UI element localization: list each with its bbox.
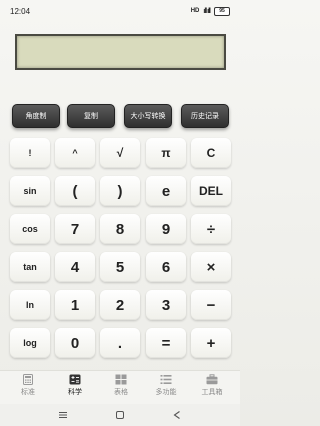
digit-4-key[interactable]: 4 <box>55 252 95 282</box>
cos-key[interactable]: cos <box>10 214 50 244</box>
digit-5-key[interactable]: 5 <box>100 252 140 282</box>
digit-2-key[interactable]: 2 <box>100 290 140 320</box>
battery-level: 95 <box>219 7 225 14</box>
status-bar: 12:04 HD ıll ıll 95 <box>0 0 240 22</box>
back-icon[interactable] <box>172 410 182 420</box>
tab-multifunction[interactable]: 多功能 <box>146 374 186 397</box>
calculator-icon <box>23 374 33 385</box>
decimal-key[interactable]: . <box>100 328 140 358</box>
open-paren-key[interactable]: ( <box>55 176 95 206</box>
sin-key[interactable]: sin <box>10 176 50 206</box>
digit-0-key[interactable]: 0 <box>55 328 95 358</box>
factorial-key[interactable]: ! <box>10 138 50 168</box>
divide-key[interactable]: ÷ <box>191 214 231 244</box>
battery-icon: 95 <box>214 6 230 16</box>
subtract-key[interactable]: − <box>191 290 231 320</box>
history-button[interactable]: 历史记录 <box>181 104 229 128</box>
copy-button[interactable]: 复制 <box>67 104 115 128</box>
multiply-key[interactable]: × <box>191 252 231 282</box>
digit-7-key[interactable]: 7 <box>55 214 95 244</box>
case-convert-button[interactable]: 大小写转换 <box>124 104 172 128</box>
digit-6-key[interactable]: 6 <box>146 252 186 282</box>
tab-label: 标准 <box>21 389 35 396</box>
scientific-calculator-icon <box>69 374 81 385</box>
status-time: 12:04 <box>10 6 31 16</box>
digit-8-key[interactable]: 8 <box>100 214 140 244</box>
menu-icon[interactable] <box>58 410 68 420</box>
angle-mode-button[interactable]: 角度制 <box>12 104 60 128</box>
tab-scientific[interactable]: 科学 <box>55 374 95 397</box>
system-navigation-bar <box>0 404 240 426</box>
tab-toolbox[interactable]: 工具箱 <box>192 374 232 397</box>
log-key[interactable]: log <box>10 328 50 358</box>
tab-label: 科学 <box>68 389 82 396</box>
add-key[interactable]: + <box>191 328 231 358</box>
bottom-tab-bar: 标准 科学 表格 多功能 工具箱 <box>0 370 240 405</box>
delete-key[interactable]: DEL <box>191 176 231 206</box>
clear-key[interactable]: C <box>191 138 231 168</box>
toolbox-icon <box>206 374 218 385</box>
tab-table[interactable]: 表格 <box>101 374 141 397</box>
tab-label: 多功能 <box>155 389 177 396</box>
digit-9-key[interactable]: 9 <box>146 214 186 244</box>
sqrt-key[interactable]: √ <box>100 138 140 168</box>
digit-3-key[interactable]: 3 <box>146 290 186 320</box>
tab-label: 表格 <box>114 389 128 396</box>
tab-standard[interactable]: 标准 <box>8 374 48 397</box>
status-indicators: HD ıll ıll 95 <box>190 6 230 16</box>
signal-icon: ıll ıll <box>203 7 211 15</box>
network-type: HD <box>190 8 200 14</box>
function-buttons-row: 角度制 复制 大小写转换 历史记录 <box>0 104 240 128</box>
tab-label: 工具箱 <box>201 389 223 396</box>
equals-key[interactable]: = <box>146 328 186 358</box>
ln-key[interactable]: ln <box>10 290 50 320</box>
digit-1-key[interactable]: 1 <box>55 290 95 320</box>
e-key[interactable]: e <box>146 176 186 206</box>
calculator-display <box>15 34 226 70</box>
pi-key[interactable]: π <box>146 138 186 168</box>
power-key[interactable]: ^ <box>55 138 95 168</box>
tan-key[interactable]: tan <box>10 252 50 282</box>
home-icon[interactable] <box>115 410 125 420</box>
grid-icon <box>115 374 127 385</box>
list-icon <box>160 375 172 384</box>
close-paren-key[interactable]: ) <box>100 176 140 206</box>
